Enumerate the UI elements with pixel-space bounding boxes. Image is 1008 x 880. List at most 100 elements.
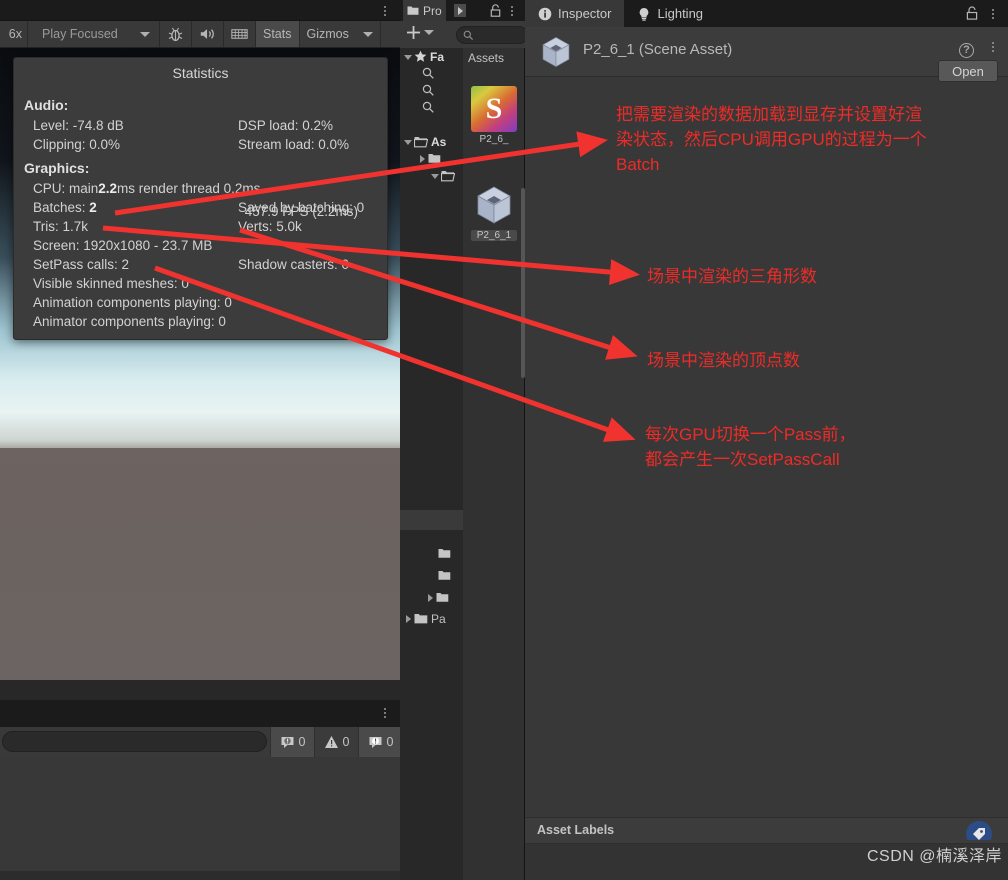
stat-row-audio-clipping: Clipping: 0.0% Stream load: 0.0% <box>24 135 377 154</box>
asset-name-scene: P2_6_1 <box>471 230 517 241</box>
tree-item-folder-4[interactable] <box>400 567 463 584</box>
plus-icon <box>407 26 420 39</box>
game-panel-tabbar <box>0 0 400 21</box>
game-scale-label[interactable]: 6x <box>0 21 28 47</box>
stat-cpu-prefix: CPU: main <box>33 181 99 196</box>
tag-icon[interactable] <box>960 810 998 847</box>
project-asset-grid[interactable]: Assets S P2_6_ P2_6_1 <box>463 48 525 880</box>
chevron-down-icon[interactable] <box>404 140 412 145</box>
tab-lighting[interactable]: Lighting <box>624 0 716 27</box>
project-menu-icon[interactable] <box>505 0 519 21</box>
project-tree-selected-row <box>400 510 463 530</box>
inspector-tabbar: Inspector Lighting <box>525 0 1008 27</box>
gizmos-dropdown[interactable] <box>356 21 381 47</box>
stat-row-cpu: CPU: main 2.2 ms render thread 0.2ms <box>24 179 377 198</box>
game-ground-plane <box>0 448 400 680</box>
unity-editor-window: 6x Play Focused Stats Gizmos Statistics … <box>0 0 1008 880</box>
gizmos-button[interactable]: Gizmos <box>300 21 356 47</box>
help-icon[interactable]: ? <box>959 43 974 58</box>
open-button[interactable]: Open <box>938 60 998 82</box>
statistics-overlay: Statistics Audio: Level: -74.8 dB DSP lo… <box>13 57 388 340</box>
shader-letter: S <box>485 92 503 125</box>
stat-fps: 457.9 FPS (2.2ms) <box>244 204 358 219</box>
annotation-batch-text: 把需要渲染的数据加载到显存并设置好渲 染状态，然后CPU调用GPU的过程为一个 … <box>616 105 927 174</box>
stat-screen: Screen: 1920x1080 - 23.7 MB <box>33 238 213 253</box>
tab-inspector[interactable]: Inspector <box>525 0 625 27</box>
project-lock-icon[interactable] <box>490 4 501 22</box>
game-aspect-dropdown[interactable]: Play Focused <box>28 21 160 47</box>
tree-item-saved-search-2[interactable] <box>400 82 463 99</box>
stat-verts: Verts: 5.0k <box>238 219 302 234</box>
unity-scene-icon <box>471 182 517 228</box>
console-menu-icon[interactable] <box>378 703 392 723</box>
tab-overflow-icon[interactable] <box>454 4 466 17</box>
search-icon <box>422 84 434 96</box>
tree-label-assets: As <box>431 134 447 149</box>
tree-item-folder-3[interactable] <box>400 545 463 562</box>
stat-shadow-casters: Shadow casters: 0 <box>238 257 350 272</box>
chevron-down-icon[interactable] <box>404 55 412 60</box>
chevron-down-icon[interactable] <box>431 174 439 179</box>
inspector-lock-icon[interactable] <box>966 6 978 25</box>
project-tabbar: Pro <box>400 0 525 21</box>
statistics-audio-heading: Audio: <box>24 97 69 113</box>
unity-scene-icon <box>539 35 573 69</box>
tree-item-folder-1[interactable] <box>400 150 463 167</box>
console-log-list[interactable] <box>0 757 400 871</box>
stat-setpass-calls: SetPass calls: 2 <box>33 257 130 272</box>
tree-item-saved-search-3[interactable] <box>400 99 463 116</box>
project-search-input[interactable] <box>456 26 528 44</box>
tree-item-favorites[interactable]: Fa <box>400 48 463 65</box>
asset-labels-bar[interactable]: Asset Labels <box>525 817 1008 847</box>
console-search-input[interactable] <box>2 731 267 752</box>
inspector-asset-menu-icon[interactable] <box>986 37 1000 57</box>
tree-item-folder-5[interactable] <box>400 589 463 606</box>
stat-audio-clipping: Clipping: 0.0% <box>33 137 121 152</box>
inspector-menu-icon[interactable] <box>986 0 1000 27</box>
chevron-down-icon <box>424 30 434 35</box>
console-warning-counter[interactable]: 0 <box>314 727 358 757</box>
tree-item-saved-search-1[interactable] <box>400 65 463 82</box>
stat-row-screen: Screen: 1920x1080 - 23.7 MB <box>24 236 377 255</box>
project-tree[interactable]: Fa As Pa <box>400 48 463 880</box>
chevron-right-icon[interactable] <box>428 593 433 602</box>
stat-audio-level: Level: -74.8 dB <box>33 118 124 133</box>
tree-spacer-2 <box>400 212 463 312</box>
game-panel-menu-icon[interactable] <box>378 0 392 21</box>
asset-item-scene[interactable]: P2_6_1 <box>471 182 517 241</box>
game-grid-button[interactable] <box>224 21 256 47</box>
stats-toggle-button[interactable]: Stats <box>256 21 300 47</box>
folder-icon <box>438 571 451 580</box>
stat-dsp-load: DSP load: 0.2% <box>238 118 334 133</box>
annotation-verts-text: 场景中渲染的顶点数 <box>647 351 800 370</box>
tree-item-assets[interactable]: As <box>400 133 463 150</box>
stat-row-animation: Animation components playing: 0 <box>24 293 377 312</box>
inspector-asset-header: P2_6_1 (Scene Asset) ? <box>525 27 1008 77</box>
search-icon <box>422 67 434 79</box>
console-log-count: 0 <box>298 735 306 749</box>
tab-lighting-label: Lighting <box>657 6 704 21</box>
project-panel: Pro Fa As Pa Assets S P2_6_ P2_6_1 <box>400 0 528 880</box>
console-error-counter[interactable]: 0 <box>358 727 402 757</box>
stat-row-tris-verts: Tris: 1.7k Verts: 5.0k <box>24 217 377 236</box>
folder-open-icon <box>414 136 428 147</box>
console-error-count: 0 <box>386 735 394 749</box>
chevron-right-icon[interactable] <box>406 614 411 623</box>
lock-icon <box>966 6 978 20</box>
info-icon <box>538 7 552 20</box>
chevron-right-icon[interactable] <box>420 154 425 163</box>
tree-item-folder-2[interactable] <box>400 167 463 184</box>
console-tabbar <box>0 700 400 727</box>
project-add-button[interactable] <box>406 25 434 40</box>
tree-item-packages[interactable]: Pa <box>400 610 463 627</box>
asset-item-shader[interactable]: S P2_6_ <box>471 86 517 145</box>
tree-label-favorites: Fa <box>430 49 445 64</box>
console-log-counter[interactable]: 0 <box>270 727 314 757</box>
tab-project[interactable]: Pro <box>403 0 446 21</box>
chevron-down-icon <box>140 32 150 37</box>
tab-inspector-label: Inspector <box>558 6 612 21</box>
debug-bug-button[interactable] <box>160 21 192 47</box>
mute-audio-button[interactable] <box>192 21 224 47</box>
stat-cpu-main: 2.2 <box>98 181 118 196</box>
